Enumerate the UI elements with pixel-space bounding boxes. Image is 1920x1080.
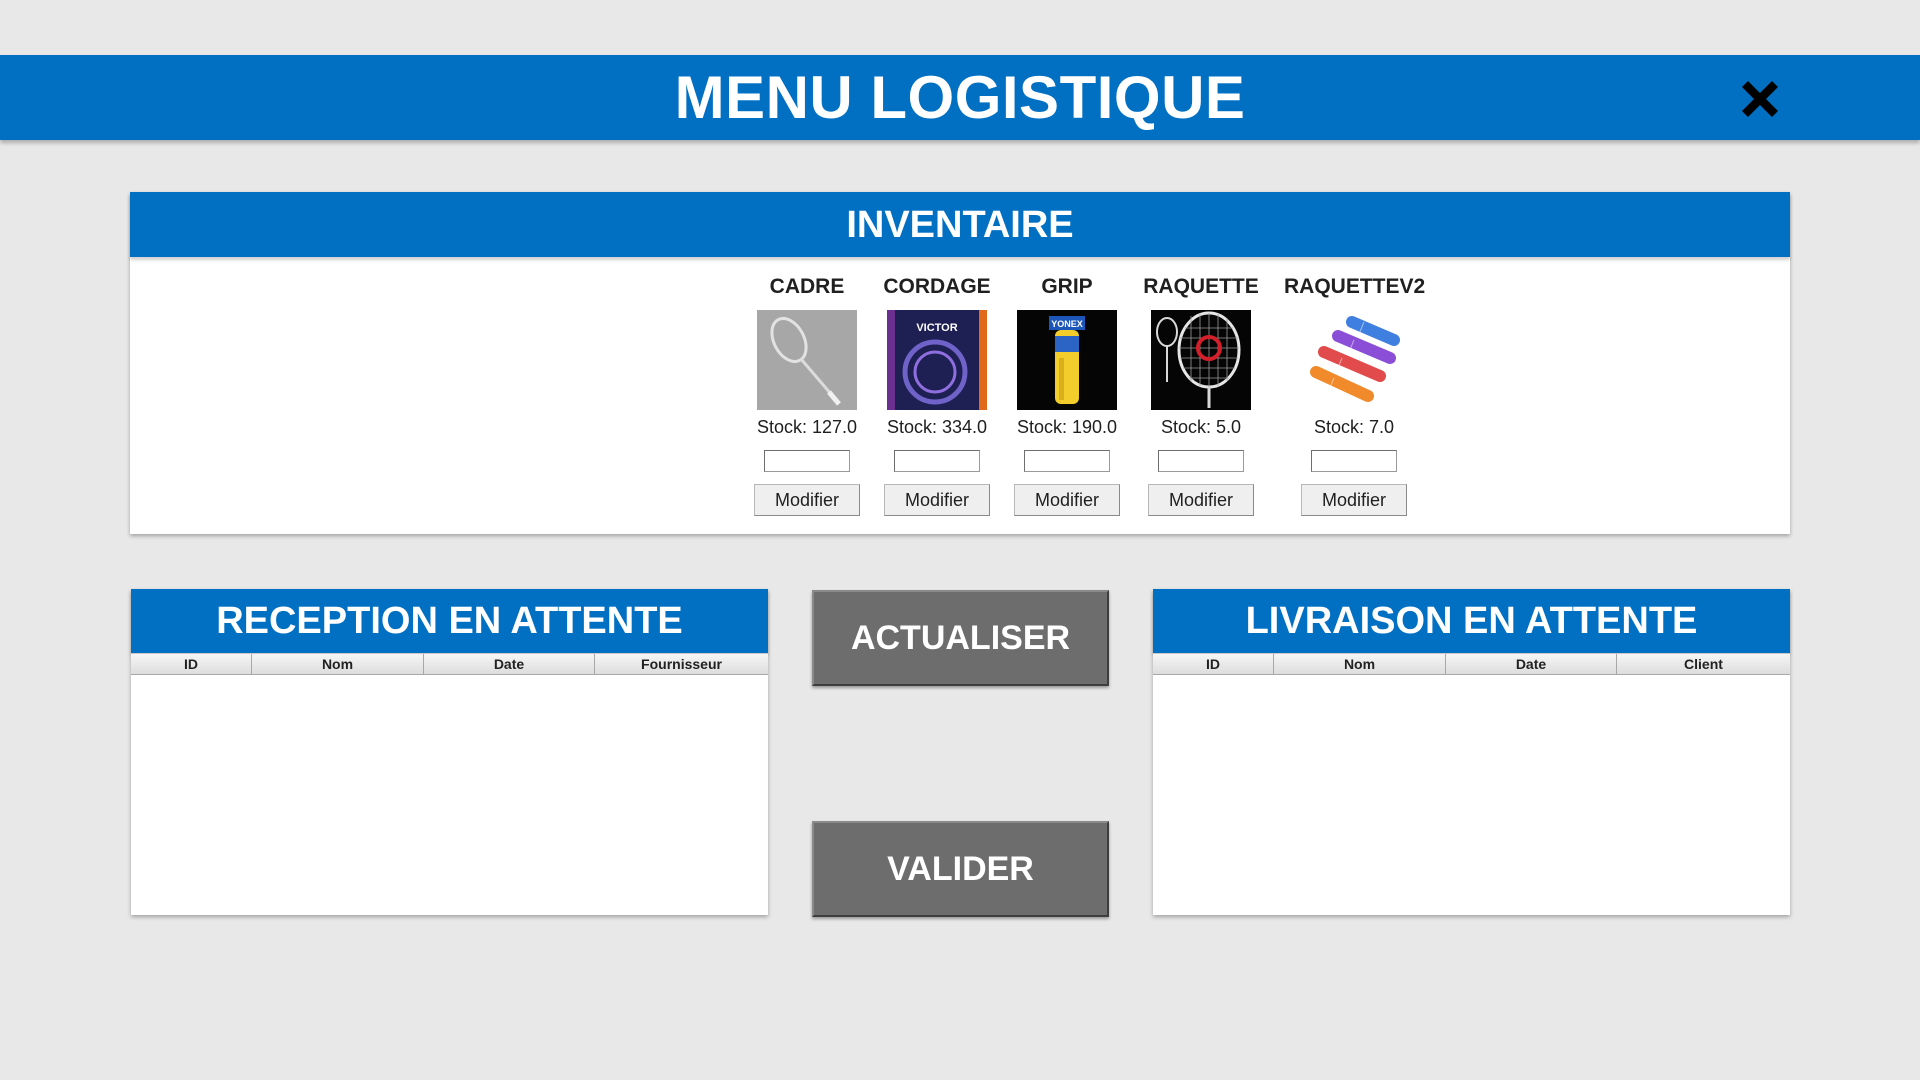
product-name: RAQUETTE <box>1143 275 1259 298</box>
reception-table-body[interactable] <box>131 675 768 915</box>
inventory-panel: INVENTAIRE CADRE Stock: 127.0 Modifier C… <box>130 192 1790 534</box>
refresh-button[interactable]: ACTUALISER <box>812 590 1109 686</box>
livraison-table-body[interactable] <box>1153 675 1790 915</box>
product-stock: Stock: 190.0 <box>1016 417 1118 437</box>
product-stock: Stock: 5.0 <box>1160 417 1242 437</box>
product-card-cordage: CORDAGE VICTOR Stock: 334.0 Modifier <box>867 274 1007 516</box>
product-name: CADRE <box>769 275 845 298</box>
product-card-raquette: RAQUETTE Stock: 5.0 Modifier <box>1131 274 1271 516</box>
stock-input-cadre[interactable] <box>764 450 850 472</box>
column-header-nom[interactable]: Nom <box>1274 654 1446 674</box>
column-header-date[interactable]: Date <box>1446 654 1617 674</box>
racket-frame-icon <box>757 310 857 410</box>
product-stock: Stock: 127.0 <box>756 417 858 437</box>
product-name: RAQUETTEV2 <box>1284 275 1426 298</box>
racket-icon <box>1151 310 1251 410</box>
modify-button-grip[interactable]: Modifier <box>1014 484 1120 516</box>
cordage-brand-text: VICTOR <box>916 322 957 334</box>
livraison-title: LIVRAISON EN ATTENTE <box>1153 589 1790 653</box>
stock-input-raquette[interactable] <box>1158 450 1244 472</box>
grips-bundle-icon <box>1304 310 1404 410</box>
title-bar: MENU LOGISTIQUE <box>0 55 1920 140</box>
product-name: GRIP <box>1041 275 1093 298</box>
modify-button-cadre[interactable]: Modifier <box>754 484 860 516</box>
column-header-fournisseur[interactable]: Fournisseur <box>595 654 768 674</box>
page-title: MENU LOGISTIQUE <box>674 64 1246 131</box>
product-stock: Stock: 334.0 <box>886 417 988 437</box>
reception-table-header: ID Nom Date Fournisseur <box>131 653 768 675</box>
modify-button-raquette[interactable]: Modifier <box>1148 484 1254 516</box>
column-header-date[interactable]: Date <box>424 654 595 674</box>
grip-brand-text: YONEX <box>1051 319 1083 329</box>
product-card-raquettev2: RAQUETTEV2 Stock: 7.0 Modifier <box>1284 274 1426 516</box>
product-card-grip: GRIP YONEX Stock: 190.0 Modifier <box>997 274 1137 516</box>
stock-input-raquettev2[interactable] <box>1311 450 1397 472</box>
stock-input-grip[interactable] <box>1024 450 1110 472</box>
reception-panel: RECEPTION EN ATTENTE ID Nom Date Fournis… <box>131 589 768 915</box>
string-pack-icon: VICTOR <box>887 310 987 410</box>
grip-roll-icon: YONEX <box>1017 310 1117 410</box>
livraison-table-header: ID Nom Date Client <box>1153 653 1790 675</box>
inventory-title: INVENTAIRE <box>130 192 1790 257</box>
column-header-client[interactable]: Client <box>1617 654 1790 674</box>
livraison-panel: LIVRAISON EN ATTENTE ID Nom Date Client <box>1153 589 1790 915</box>
modify-button-cordage[interactable]: Modifier <box>884 484 990 516</box>
modify-button-raquettev2[interactable]: Modifier <box>1301 484 1407 516</box>
product-name: CORDAGE <box>883 275 991 298</box>
reception-title: RECEPTION EN ATTENTE <box>131 589 768 653</box>
column-header-id[interactable]: ID <box>1153 654 1274 674</box>
column-header-id[interactable]: ID <box>131 654 252 674</box>
validate-button[interactable]: VALIDER <box>812 821 1109 917</box>
stock-input-cordage[interactable] <box>894 450 980 472</box>
product-stock: Stock: 7.0 <box>1313 417 1395 437</box>
close-icon[interactable] <box>1736 75 1784 123</box>
column-header-nom[interactable]: Nom <box>252 654 424 674</box>
product-card-cadre: CADRE Stock: 127.0 Modifier <box>737 274 877 516</box>
